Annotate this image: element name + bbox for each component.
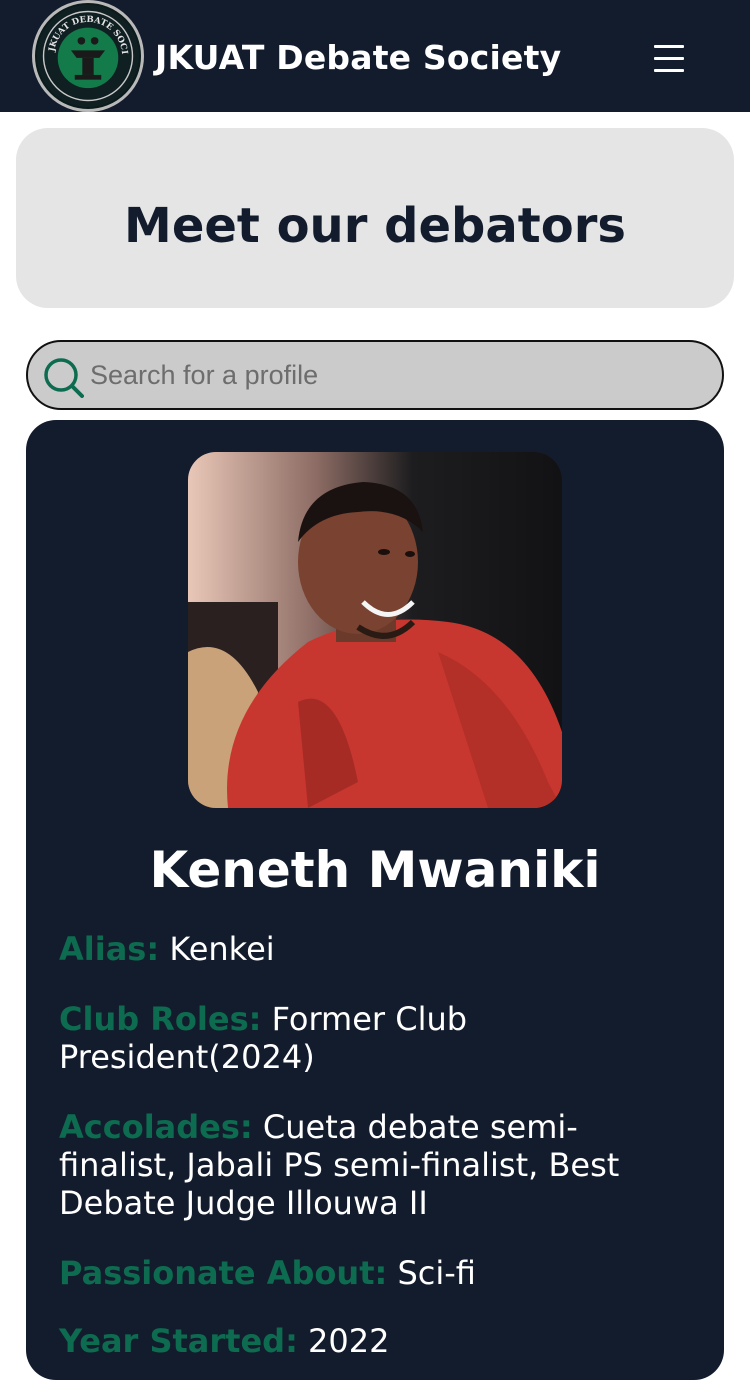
passion-value: Sci-fi [397,1254,476,1292]
profile-photo [188,452,562,808]
alias-value: Kenkei [169,930,275,968]
passion-row: Passionate About: Sci-fi [59,1254,679,1292]
search-bar[interactable] [26,340,724,410]
alias-label: Alias: [59,930,160,968]
navbar: JKUAT DEBATE SOCIETY JKUAT Debate Societ… [0,0,750,112]
year-started-row: Year Started: 2022 [59,1322,679,1360]
hero-banner: Meet our debators [16,128,734,308]
accolades-label: Accolades: [59,1108,253,1146]
profile-name: Keneth Mwaniki [149,841,601,899]
search-input[interactable] [90,352,690,398]
profile-card: Keneth Mwaniki Alias: Kenkei Club Roles:… [26,420,724,1380]
alias-row: Alias: Kenkei [59,930,679,968]
page-title: Meet our debators [124,198,626,254]
brand-title[interactable]: JKUAT Debate Society [155,36,561,80]
club-roles-row: Club Roles: Former Club President(2024) [59,1000,679,1076]
accolades-row: Accolades: Cueta debate semi-finalist, J… [59,1108,679,1222]
logo-emblem-icon: JKUAT DEBATE SOCIETY [35,3,140,108]
portrait-image [188,452,562,808]
hamburger-menu-icon[interactable] [648,38,690,80]
club-roles-label: Club Roles: [59,1000,262,1038]
search-icon[interactable] [42,356,84,398]
year-started-value: 2022 [308,1322,390,1360]
year-started-label: Year Started: [59,1322,298,1360]
society-logo[interactable]: JKUAT DEBATE SOCIETY [32,0,144,112]
passion-label: Passionate About: [59,1254,388,1292]
